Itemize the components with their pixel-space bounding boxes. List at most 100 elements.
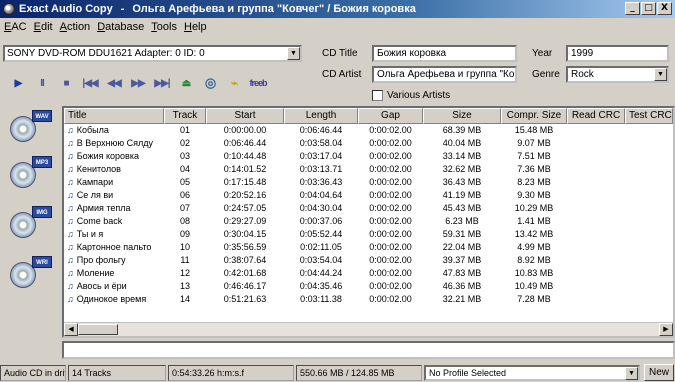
scroll-thumb[interactable]	[78, 324, 118, 335]
table-row[interactable]: ♫ Кампари 05 0:17:15.48 0:03:36.43 0:00:02.00…	[64, 176, 673, 189]
close-button[interactable]: X	[657, 2, 672, 15]
table-row[interactable]: ♫ Божия коровка 03 0:10:44.48 0:03:17.04 0:00…	[64, 150, 673, 163]
window-title: Ольга Арефьева и группа "Ковчег" / Божия…	[132, 3, 416, 15]
new-profile-button[interactable]: New	[644, 364, 674, 381]
wav-badge-icon: WAV	[32, 110, 52, 122]
profile-select[interactable]: No Profile Selected ▼	[424, 364, 640, 381]
various-artists-checkbox[interactable]	[372, 90, 383, 101]
cd-info-icon[interactable]: ◎	[198, 74, 222, 92]
chevron-down-icon[interactable]: ▼	[287, 47, 300, 60]
favorites-icon[interactable]: ⌁	[222, 74, 246, 92]
track-number-cell: 13	[179, 281, 190, 291]
freedb-button[interactable]: freeb	[246, 74, 270, 92]
track-size-cell: 33.14 MB	[442, 151, 482, 161]
pause-button[interactable]: II	[30, 74, 54, 92]
rewind-button[interactable]: ◀◀	[102, 74, 126, 92]
horizontal-scrollbar[interactable]: ◀ ▶	[64, 322, 673, 336]
scroll-right-icon[interactable]: ▶	[659, 323, 673, 336]
column-header-length[interactable]: Length	[284, 108, 358, 124]
copy-mp3-button[interactable]: MP3	[8, 156, 54, 196]
scroll-left-icon[interactable]: ◀	[64, 323, 78, 336]
track-size-cell: 36.43 MB	[442, 177, 482, 187]
genre-select[interactable]: Rock ▼	[566, 66, 669, 83]
track-title-cell: ♫ Картонное пальто	[64, 241, 164, 254]
track-gap-cell: 0:00:02.00	[369, 268, 412, 278]
copy-image-button[interactable]: IMG	[8, 206, 54, 246]
menu-tools[interactable]: Tools	[151, 21, 177, 33]
track-compr-size-cell: 8.23 MB	[517, 177, 551, 187]
title-bar[interactable]: Exact Audio Copy - Ольга Арефьева и груп…	[0, 0, 675, 18]
cd-artist-label: CD Artist	[322, 69, 362, 80]
track-start-cell: 0:29:27.09	[223, 216, 267, 226]
column-header-read-crc[interactable]: Read CRC	[567, 108, 625, 124]
track-title-text: Авось и ёри	[76, 281, 127, 291]
track-length-cell: 0:04:04.64	[299, 190, 343, 200]
table-row[interactable]: ♫ Картонное пальто 10 0:35:56.59 0:02:11.05 0…	[64, 241, 673, 254]
audio-track-icon: ♫	[67, 190, 74, 200]
table-row[interactable]: ♫ Ты и я 09 0:30:04.15 0:05:52.44 0:00:02.00 5…	[64, 228, 673, 241]
track-start-cell: 0:35:56.59	[223, 242, 267, 252]
track-test-crc-cell	[625, 293, 673, 306]
table-row[interactable]: ♫ В Верхнюю Сялду 02 0:06:46.44 0:03:58.04 0:…	[64, 137, 673, 150]
track-title-cell: ♫ Авось и ёри	[64, 280, 164, 293]
column-header-compr-size[interactable]: Compr. Size	[501, 108, 567, 124]
previous-track-button[interactable]: |◀◀	[78, 74, 102, 92]
mp3-badge-icon: MP3	[32, 156, 52, 168]
table-row[interactable]: ♫ Кенитолов 04 0:14:01.52 0:03:13.71 0:00:02.…	[64, 163, 673, 176]
status-sizes: 550.66 MB / 124.85 MB	[296, 364, 422, 381]
minimize-button[interactable]: _	[625, 2, 640, 15]
table-row[interactable]: ♫ Моление 12 0:42:01.68 0:04:44.24 0:00:02.00…	[64, 267, 673, 280]
copy-wav-button[interactable]: WAV	[8, 110, 54, 150]
eject-button[interactable]: ⏏	[174, 74, 198, 92]
column-header-start[interactable]: Start	[206, 108, 284, 124]
track-compr-size-cell: 13.42 MB	[514, 229, 554, 239]
track-size-cell: 41.19 MB	[442, 190, 482, 200]
menu-edit[interactable]: Edit	[34, 21, 53, 33]
stop-button[interactable]: ■	[54, 74, 78, 92]
track-number-cell: 12	[179, 268, 190, 278]
year-input[interactable]: 1999	[566, 45, 669, 62]
drive-select[interactable]: SONY DVD-ROM DDU1621 Adapter: 0 ID: 0 ▼	[3, 45, 302, 62]
maximize-button[interactable]: □	[641, 2, 656, 15]
track-rows: ♫ Кобыла 01 0:00:00.00 0:06:46.44 0:00:02.00 6…	[64, 124, 673, 306]
table-row[interactable]: ♫ Come back 08 0:29:27.09 0:00:37.06 0:00:02.…	[64, 215, 673, 228]
track-start-cell: 0:00:00.00	[223, 125, 267, 135]
track-read-crc-cell	[567, 254, 625, 267]
table-row[interactable]: ♫ Кобыла 01 0:00:00.00 0:06:46.44 0:00:02.00 6…	[64, 124, 673, 137]
track-length-cell: 0:03:13.71	[299, 164, 343, 174]
menu-action[interactable]: Action	[60, 21, 91, 33]
menu-eac[interactable]: EAC	[4, 21, 27, 33]
track-compr-size-cell: 9.07 MB	[517, 138, 551, 148]
column-header-track[interactable]: Track	[164, 108, 206, 124]
table-row[interactable]: ♫ Авось и ёри 13 0:46:46.17 0:04:35.46 0:00:0…	[64, 280, 673, 293]
play-button[interactable]: ▶	[6, 74, 30, 92]
column-header-size[interactable]: Size	[423, 108, 501, 124]
table-row[interactable]: ♫ Про фольгу 11 0:38:07.64 0:03:54.04 0:00:02…	[64, 254, 673, 267]
forward-button[interactable]: ▶▶	[126, 74, 150, 92]
next-track-button[interactable]: ▶▶|	[150, 74, 174, 92]
table-row[interactable]: ♫ Се ля ви 06 0:20:52.16 0:04:04.64 0:00:02.0…	[64, 189, 673, 202]
menu-help[interactable]: Help	[184, 21, 207, 33]
app-name: Exact Audio Copy	[19, 3, 113, 15]
track-start-cell: 0:10:44.48	[223, 151, 267, 161]
track-title-cell: ♫ Ты и я	[64, 228, 164, 241]
chevron-down-icon[interactable]: ▼	[654, 68, 667, 81]
write-cd-button[interactable]: WRI	[8, 256, 54, 296]
column-header-gap[interactable]: Gap	[358, 108, 423, 124]
track-length-cell: 0:03:11.38	[300, 294, 342, 304]
cd-title-input[interactable]: Божия коровка	[372, 45, 517, 62]
menu-database[interactable]: Database	[97, 21, 144, 33]
track-title-text: Армия тепла	[76, 203, 131, 213]
track-title-text: Про фольгу	[76, 255, 126, 265]
column-header-test-crc[interactable]: Test CRC	[625, 108, 673, 124]
track-read-crc-cell	[567, 293, 625, 306]
table-row[interactable]: ♫ Армия тепла 07 0:24:57.05 0:04:30.04 0:00:0…	[64, 202, 673, 215]
table-row[interactable]: ♫ Одинокое время 14 0:51:21.63 0:03:11.38 0:0…	[64, 293, 673, 306]
track-list[interactable]: Title Track Start Length Gap Size Compr.…	[62, 106, 675, 338]
column-header-title[interactable]: Title	[64, 108, 164, 124]
track-compr-size-cell: 15.48 MB	[514, 125, 554, 135]
position-bar[interactable]	[62, 341, 675, 359]
cd-artist-input[interactable]: Ольга Арефьева и группа "Ковч	[372, 66, 517, 83]
chevron-down-icon[interactable]: ▼	[625, 366, 638, 380]
track-title-text: Кампари	[76, 177, 114, 187]
